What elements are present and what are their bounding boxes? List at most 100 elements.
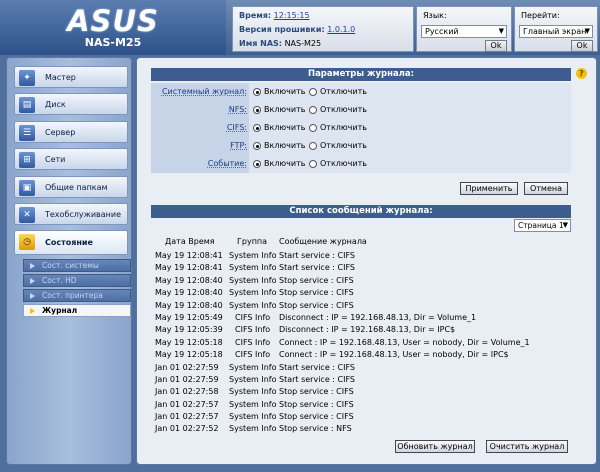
language-ok-button[interactable]: Ok bbox=[485, 40, 507, 52]
nfs-disable-radio[interactable] bbox=[309, 106, 317, 114]
subitem-printer-status[interactable]: Сост. принтера bbox=[23, 289, 131, 302]
cell-date: May 19 12:05:18 bbox=[155, 350, 223, 360]
subitem-label: Сост. HD bbox=[42, 276, 77, 285]
table-row: May 19 12:08:41 System Info Start service … bbox=[151, 250, 571, 262]
wand-icon: ✦ bbox=[19, 70, 35, 86]
cell-message: Stop service : CIFS bbox=[279, 288, 354, 298]
setting-label: FTP: bbox=[151, 137, 249, 155]
nfs-enable-radio[interactable] bbox=[253, 106, 261, 114]
sidebar-item-label: Сервер bbox=[45, 128, 76, 137]
cell-group: System Info bbox=[229, 387, 277, 397]
subitem-system-status[interactable]: Сост. системы bbox=[23, 259, 131, 272]
table-row: Jan 01 02:27:57 System Info Stop service :… bbox=[151, 399, 571, 411]
header-bar: ASUS NAS-M25 Время: 12:15:15 Версия прош… bbox=[0, 0, 600, 55]
enable-label: Включить bbox=[264, 87, 306, 96]
ftp-enable-radio[interactable] bbox=[253, 142, 261, 150]
col-datetime: Дата Время bbox=[165, 237, 215, 246]
main-content: ? Параметры журнала: Системный журнал: В… bbox=[136, 57, 597, 465]
subitem-hd-status[interactable]: Сост. HD bbox=[23, 274, 131, 287]
cell-group: System Info bbox=[229, 251, 277, 260]
cell-date: Jan 01 02:27:57 bbox=[155, 412, 219, 422]
cell-message: Stop service : CIFS bbox=[279, 300, 354, 310]
cell-message: Stop service : NFS bbox=[279, 424, 352, 434]
cell-date: May 19 12:05:18 bbox=[155, 337, 223, 347]
cell-message: Start service : CIFS bbox=[279, 251, 356, 260]
enable-label: Включить bbox=[264, 159, 306, 168]
sidebar-item-shared-folders[interactable]: ▣ Общие папкам bbox=[14, 176, 128, 198]
setting-row-cifs: CIFS: Включить Отключить bbox=[151, 119, 571, 137]
sidebar-item-maintenance[interactable]: ✕ Техобслуживание bbox=[14, 203, 128, 225]
setting-label: CIFS: bbox=[151, 119, 249, 137]
help-icon[interactable]: ? bbox=[576, 68, 587, 79]
subitem-label: Сост. принтера bbox=[42, 291, 103, 300]
log-list-title: Список сообщений журнала: bbox=[151, 205, 571, 218]
cell-group: CIFS Info bbox=[235, 312, 271, 322]
cifs-enable-radio[interactable] bbox=[253, 124, 261, 132]
event-enable-radio[interactable] bbox=[253, 160, 261, 168]
cell-date: Jan 01 02:27:59 bbox=[155, 374, 219, 384]
cell-group: System Info bbox=[229, 275, 277, 285]
cell-date: Jan 01 02:27:57 bbox=[155, 399, 219, 409]
refresh-log-button[interactable]: Обновить журнал bbox=[395, 440, 475, 453]
setting-label: Системный журнал: bbox=[151, 83, 249, 101]
language-panel: Язык: Русский ▼ Ok bbox=[416, 6, 512, 52]
setting-row-event: Событие: Включить Отключить bbox=[151, 155, 571, 173]
event-disable-radio[interactable] bbox=[309, 160, 317, 168]
subitem-log[interactable]: Журнал bbox=[23, 304, 131, 317]
chevron-down-icon: ▼ bbox=[562, 221, 568, 229]
cell-date: Jan 01 02:27:58 bbox=[155, 387, 219, 397]
ftp-disable-radio[interactable] bbox=[309, 142, 317, 150]
cell-message: Stop service : CIFS bbox=[279, 412, 354, 422]
table-row: Jan 01 02:27:59 System Info Start service … bbox=[151, 362, 571, 374]
table-row: May 19 12:08:41 System Info Start service … bbox=[151, 262, 571, 274]
cell-message: Stop service : CIFS bbox=[279, 387, 354, 397]
cell-group: System Info bbox=[229, 424, 277, 434]
goto-select[interactable]: Главный экран ▼ bbox=[519, 25, 593, 38]
table-row: Jan 01 02:27:57 System Info Stop service :… bbox=[151, 411, 571, 423]
language-select[interactable]: Русский ▼ bbox=[421, 25, 507, 38]
sidebar-item-wizard[interactable]: ✦ Мастер bbox=[14, 66, 128, 88]
arrow-right-icon bbox=[30, 263, 35, 269]
status-icon: ◷ bbox=[19, 234, 35, 250]
sidebar-item-network[interactable]: ⊞ Сети bbox=[14, 148, 128, 170]
col-message: Сообщение журнала bbox=[279, 237, 367, 246]
page-select[interactable]: Страница 1 ▼ bbox=[514, 219, 571, 232]
setting-options: Включить Отключить bbox=[249, 83, 571, 101]
goto-label: Перейти: bbox=[521, 11, 560, 20]
apply-button[interactable]: Применить bbox=[460, 182, 518, 195]
goto-panel: Перейти: Главный экран ▼ Ok bbox=[514, 6, 598, 52]
time-value-link[interactable]: 12:15:15 bbox=[274, 11, 310, 20]
tools-icon: ✕ bbox=[19, 207, 35, 223]
sidebar-item-disk[interactable]: ▤ Диск bbox=[14, 93, 128, 115]
time-row: Время: 12:15:15 bbox=[239, 11, 310, 20]
disk-icon: ▤ bbox=[19, 97, 35, 113]
firmware-value-link[interactable]: 1.0.1.0 bbox=[327, 25, 355, 34]
asus-logo: ASUS NAS-M25 bbox=[0, 0, 226, 55]
table-row: May 19 12:08:40 System Info Stop service :… bbox=[151, 300, 571, 312]
log-table-header: Дата Время Группа Сообщение журнала bbox=[151, 236, 571, 250]
cell-group: CIFS Info bbox=[235, 337, 271, 347]
table-row: May 19 12:08:40 System Info Stop service :… bbox=[151, 275, 571, 287]
goto-ok-button[interactable]: Ok bbox=[571, 40, 593, 52]
cell-group: System Info bbox=[229, 300, 277, 310]
sidebar-item-label: Общие папкам bbox=[45, 183, 108, 192]
table-row: May 19 12:05:39 CIFS Info Disconnect : IP … bbox=[151, 324, 571, 336]
cancel-button[interactable]: Отмена bbox=[524, 182, 568, 195]
log-settings-table: Системный журнал: Включить Отключить NFS… bbox=[151, 83, 571, 173]
arrow-right-icon bbox=[30, 308, 35, 314]
cell-date: May 19 12:08:41 bbox=[155, 263, 223, 273]
cell-group: System Info bbox=[229, 412, 277, 422]
syslog-disable-radio[interactable] bbox=[309, 88, 317, 96]
sidebar-item-server[interactable]: ☰ Сервер bbox=[14, 121, 128, 143]
cifs-disable-radio[interactable] bbox=[309, 124, 317, 132]
syslog-enable-radio[interactable] bbox=[253, 88, 261, 96]
cell-date: Jan 01 02:27:59 bbox=[155, 362, 219, 372]
sidebar-item-status[interactable]: ◷ Состояние bbox=[14, 230, 128, 255]
cell-message: Stop service : CIFS bbox=[279, 399, 354, 409]
cell-date: May 19 12:05:39 bbox=[155, 325, 223, 335]
cell-message: Start service : CIFS bbox=[279, 374, 356, 384]
enable-label: Включить bbox=[264, 123, 306, 132]
clear-log-button[interactable]: Очистить журнал bbox=[486, 440, 568, 453]
arrow-right-icon bbox=[30, 278, 35, 284]
server-icon: ☰ bbox=[19, 125, 35, 141]
